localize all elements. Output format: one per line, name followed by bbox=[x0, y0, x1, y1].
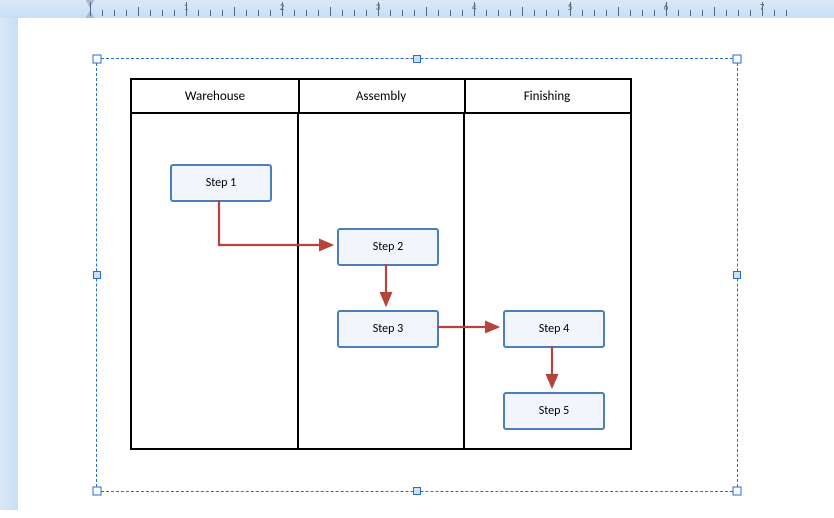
ruler-number: 1 bbox=[184, 2, 189, 13]
ruler-tick bbox=[582, 10, 583, 16]
page: Warehouse Assembly Finishing Step 1 Step… bbox=[36, 18, 834, 510]
ruler-tick bbox=[222, 10, 223, 16]
vertical-ruler[interactable] bbox=[0, 18, 19, 510]
document-area[interactable]: Warehouse Assembly Finishing Step 1 Step… bbox=[18, 18, 834, 510]
ruler-tick bbox=[534, 10, 535, 16]
ruler-tick bbox=[402, 10, 403, 16]
lane-header-finishing[interactable]: Finishing bbox=[464, 80, 630, 114]
lane-header-warehouse[interactable]: Warehouse bbox=[132, 80, 300, 114]
ruler-number: 5 bbox=[568, 2, 573, 13]
ruler-number: 2 bbox=[280, 2, 285, 13]
ruler-tick bbox=[642, 10, 643, 16]
ruler-tick bbox=[522, 7, 523, 16]
ruler-tick bbox=[786, 10, 787, 16]
ruler-tick bbox=[558, 10, 559, 16]
step-3-box[interactable]: Step 3 bbox=[337, 310, 439, 348]
lane-header-label: Assembly bbox=[356, 89, 406, 104]
ruler-tick bbox=[546, 10, 547, 16]
ruler-tick bbox=[90, 2, 91, 16]
ruler-tick bbox=[594, 10, 595, 16]
resize-handle-e[interactable] bbox=[733, 271, 741, 279]
ruler-tick bbox=[726, 10, 727, 16]
ruler-tick bbox=[702, 10, 703, 16]
ruler-tick bbox=[690, 10, 691, 16]
resize-handle-sw[interactable] bbox=[93, 487, 102, 496]
ruler-tick bbox=[234, 7, 235, 16]
ruler-number: 4 bbox=[472, 2, 477, 13]
ruler-number: 3 bbox=[376, 2, 381, 13]
ruler-tick bbox=[270, 10, 271, 16]
ruler-tick bbox=[330, 7, 331, 16]
ruler-tick bbox=[342, 10, 343, 16]
ruler-tick bbox=[294, 10, 295, 16]
ruler-tick bbox=[678, 10, 679, 16]
ruler-tick bbox=[138, 7, 139, 16]
ruler-tick bbox=[654, 10, 655, 16]
ruler-tick bbox=[354, 10, 355, 16]
ruler-tick bbox=[366, 10, 367, 16]
horizontal-ruler[interactable]: 1 2 3 4 5 6 7 bbox=[0, 0, 834, 19]
resize-handle-n[interactable] bbox=[413, 55, 421, 63]
ruler-tick bbox=[174, 10, 175, 16]
step-4-box[interactable]: Step 4 bbox=[503, 310, 605, 348]
ruler-tick bbox=[606, 10, 607, 16]
ruler-tick bbox=[714, 7, 715, 16]
step-label: Step 4 bbox=[539, 322, 569, 336]
ruler-tick bbox=[210, 10, 211, 16]
ruler-tick bbox=[630, 10, 631, 16]
header-divider bbox=[132, 112, 630, 114]
lane-header-label: Finishing bbox=[524, 89, 571, 104]
step-5-box[interactable]: Step 5 bbox=[503, 392, 605, 430]
ruler-tick bbox=[306, 10, 307, 16]
ruler-tick bbox=[738, 10, 739, 16]
resize-handle-se[interactable] bbox=[733, 487, 742, 496]
ruler-tick bbox=[126, 10, 127, 16]
ruler-tick bbox=[450, 10, 451, 16]
ruler-tick bbox=[102, 10, 103, 16]
ruler-number: 6 bbox=[664, 2, 669, 13]
step-label: Step 2 bbox=[373, 240, 403, 254]
step-label: Step 3 bbox=[373, 322, 403, 336]
ruler-tick bbox=[462, 10, 463, 16]
ruler-tick bbox=[414, 10, 415, 16]
ruler-tick bbox=[426, 7, 427, 16]
step-label: Step 1 bbox=[206, 176, 236, 190]
ruler-tick bbox=[162, 10, 163, 16]
ruler-tick bbox=[438, 10, 439, 16]
ruler-tick bbox=[246, 10, 247, 16]
ruler-tick bbox=[486, 10, 487, 16]
ruler-tick bbox=[750, 10, 751, 16]
ruler-tick bbox=[318, 10, 319, 16]
ruler-tick bbox=[618, 7, 619, 16]
ruler-number: 7 bbox=[760, 2, 765, 13]
ruler-tick bbox=[390, 10, 391, 16]
ruler-tick bbox=[114, 10, 115, 16]
resize-handle-nw[interactable] bbox=[93, 55, 102, 64]
ruler-tick bbox=[510, 10, 511, 16]
ruler-tick bbox=[774, 10, 775, 16]
ruler-tick bbox=[498, 10, 499, 16]
step-2-box[interactable]: Step 2 bbox=[337, 228, 439, 266]
resize-handle-ne[interactable] bbox=[733, 55, 742, 64]
lane-header-label: Warehouse bbox=[185, 89, 245, 104]
step-1-box[interactable]: Step 1 bbox=[170, 164, 272, 202]
lane-divider bbox=[463, 112, 465, 448]
lane-header-assembly[interactable]: Assembly bbox=[298, 80, 466, 114]
resize-handle-s[interactable] bbox=[413, 487, 421, 495]
ruler-tick bbox=[198, 10, 199, 16]
resize-handle-w[interactable] bbox=[93, 271, 101, 279]
ruler-tick bbox=[258, 10, 259, 16]
ruler-tick bbox=[150, 10, 151, 16]
lane-divider bbox=[297, 112, 299, 448]
step-label: Step 5 bbox=[539, 404, 569, 418]
